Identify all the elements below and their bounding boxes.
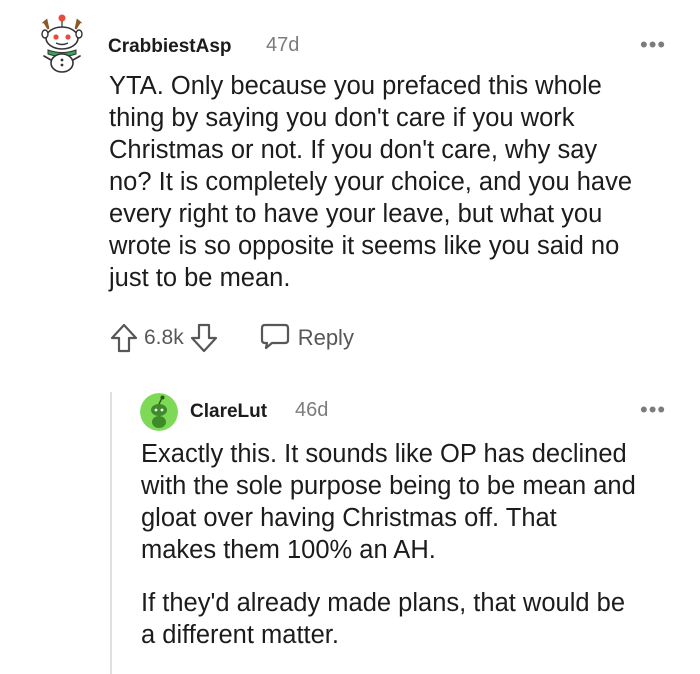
comment-body-line: just to be mean. (109, 264, 291, 292)
more-options-icon[interactable]: ••• (640, 34, 666, 56)
comment-thread: CrabbiestAsp 47d ••• YTA. Only because y… (0, 0, 700, 674)
snoo-green-avatar-icon[interactable] (140, 393, 178, 431)
upvote-arrow-icon[interactable] (110, 323, 138, 353)
reply-body-line: If they'd already made plans, that would… (141, 589, 626, 617)
comment-body-line: every right to have your leave, but what… (109, 200, 603, 228)
comment-body-line: Christmas or not. If you don't care, why… (109, 136, 598, 164)
reply-label: Reply (297, 325, 354, 350)
thread-line[interactable] (110, 392, 112, 674)
comment-timestamp: 46d (295, 399, 329, 421)
reply-button[interactable]: Reply (260, 322, 354, 355)
comment-author[interactable]: CrabbiestAsp (108, 36, 232, 58)
comment-timestamp: 47d (266, 34, 300, 56)
comment-author[interactable]: ClareLut (190, 401, 267, 423)
more-options-icon[interactable]: ••• (640, 399, 666, 421)
vote-score: 6.8k (144, 326, 184, 349)
comment-body-line: YTA. Only because you prefaced this whol… (109, 72, 602, 100)
downvote-arrow-icon[interactable] (190, 323, 218, 353)
reply-body-line: with the sole purpose being to be mean a… (141, 472, 636, 500)
snoo-reindeer-avatar-icon[interactable] (34, 14, 90, 74)
reply-body-line: Exactly this. It sounds like OP has decl… (141, 440, 627, 468)
reply-body-line: makes them 100% an AH. (141, 536, 436, 564)
reply-body-line: a different matter. (141, 621, 339, 649)
reply-bubble-icon (260, 322, 290, 355)
comment-body-line: thing by saying you don't care if you wo… (109, 104, 575, 132)
comment-body-line: no? It is completely your choice, and yo… (109, 168, 633, 196)
comment-actions: 6.8k Reply (110, 322, 354, 354)
comment-body-line: wrote is so opposite it seems like you s… (109, 232, 620, 260)
reply-body-line: gloat over having Christmas off. That (141, 504, 557, 532)
